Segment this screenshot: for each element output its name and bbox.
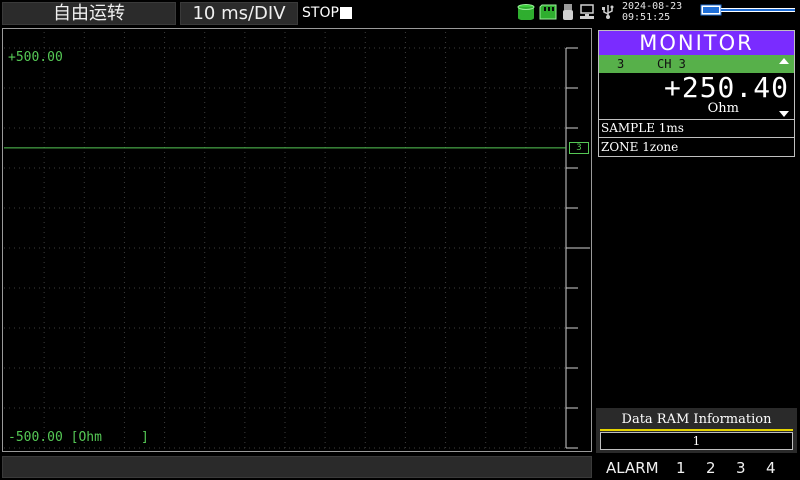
data-ram-panel: Data RAM Information 1 — [596, 408, 797, 453]
channel-up-icon[interactable] — [779, 58, 789, 64]
bottom-status-bar — [2, 456, 592, 478]
scale-max-label: +500.00 — [8, 50, 63, 65]
alarm-channel-1[interactable]: 1 — [676, 459, 686, 477]
data-ram-title: Data RAM Information — [621, 412, 772, 427]
alarm-channel-3[interactable]: 3 — [736, 459, 746, 477]
monitor-unit: Ohm — [707, 101, 739, 116]
zone-row: ZONE 1zone — [599, 137, 794, 156]
monitor-panel[interactable]: MONITOR 3 CH 3 +250.40 Ohm SAMPLE 1ms ZO… — [598, 30, 795, 157]
channel-marker[interactable]: 3 — [569, 141, 589, 154]
channel-down-icon[interactable] — [779, 111, 789, 117]
data-ram-progress — [600, 429, 793, 431]
data-ram-value: 1 — [600, 432, 793, 450]
scale-min-label: -500.00 [Ohm ] — [8, 430, 149, 445]
alarm-label: ALARM — [606, 459, 659, 477]
alarm-channel-2[interactable]: 2 — [706, 459, 716, 477]
alarm-channel-4[interactable]: 4 — [766, 459, 776, 477]
sample-rate-row: SAMPLE 1ms — [599, 119, 794, 137]
monitor-value: +250.40 — [663, 71, 789, 104]
monitor-title: MONITOR — [599, 31, 794, 55]
alarm-bar: ALARM 1 2 3 4 — [596, 456, 797, 480]
